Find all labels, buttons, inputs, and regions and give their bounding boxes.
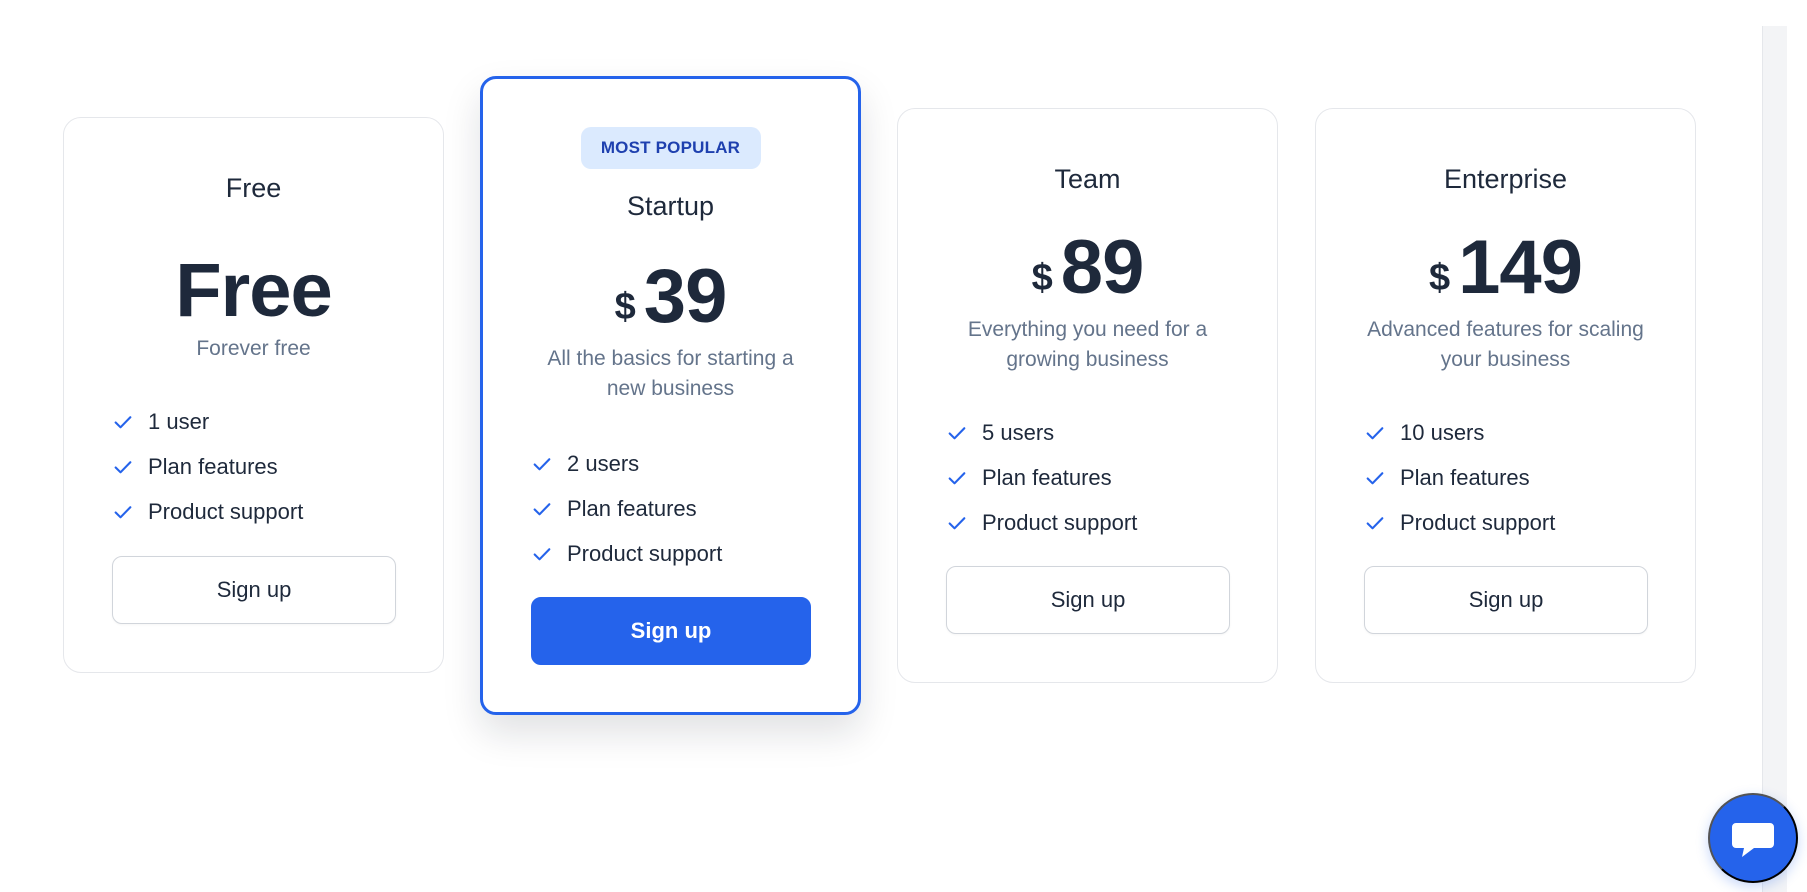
signup-button[interactable]: Sign up bbox=[946, 566, 1230, 634]
check-icon bbox=[1366, 426, 1384, 439]
feature-list: 1 user Plan features Product support bbox=[112, 399, 403, 534]
price-amount: 89 bbox=[1060, 225, 1145, 310]
plan-description: Forever free bbox=[196, 337, 311, 360]
feature-item: Product support bbox=[531, 531, 818, 576]
feature-label: Product support bbox=[1400, 509, 1556, 535]
signup-button[interactable]: Sign up bbox=[531, 597, 811, 665]
feature-item: 2 users bbox=[531, 441, 818, 486]
feature-item: 10 users bbox=[1364, 410, 1655, 455]
plan-price: $ 39 bbox=[483, 259, 858, 335]
plan-name: Enterprise bbox=[1443, 164, 1568, 194]
pricing-card-enterprise: Enterprise $ 149 Advanced features for s… bbox=[1315, 108, 1696, 683]
feature-item: Plan features bbox=[1364, 455, 1655, 500]
feature-list: 2 users Plan features Product support bbox=[531, 441, 818, 576]
plan-price: $ 89 bbox=[898, 230, 1277, 306]
plan-name: Startup bbox=[626, 191, 715, 221]
pricing-card-team: Team $ 89 Everything you need for a grow… bbox=[897, 108, 1278, 683]
check-icon bbox=[533, 502, 551, 515]
price-currency: $ bbox=[614, 286, 636, 328]
feature-label: Plan features bbox=[567, 495, 697, 521]
feature-label: 2 users bbox=[567, 450, 640, 476]
pricing-card-free: Free Free Forever free 1 user Plan featu… bbox=[63, 117, 444, 673]
price-amount: 39 bbox=[643, 254, 728, 339]
plan-name: Free bbox=[225, 173, 282, 203]
chat-button[interactable] bbox=[1708, 793, 1798, 883]
pricing-page: Free Free Forever free 1 user Plan featu… bbox=[0, 0, 1807, 892]
feature-label: 5 users bbox=[982, 419, 1055, 445]
check-icon bbox=[533, 457, 551, 470]
feature-list: 10 users Plan features Product support bbox=[1364, 410, 1655, 545]
plan-description: Advanced features for scaling your busin… bbox=[1367, 318, 1644, 371]
feature-item: 1 user bbox=[112, 399, 403, 444]
feature-item: Product support bbox=[112, 489, 403, 534]
feature-list: 5 users Plan features Product support bbox=[946, 410, 1237, 545]
check-icon bbox=[114, 505, 132, 518]
check-icon bbox=[948, 516, 966, 529]
plan-description: Everything you need for a growing busine… bbox=[967, 318, 1208, 371]
check-icon bbox=[533, 547, 551, 560]
check-icon bbox=[1366, 471, 1384, 484]
pricing-card-startup: MOST POPULAR Startup $ 39 All the basics… bbox=[480, 76, 861, 715]
price-currency: $ bbox=[1429, 257, 1451, 299]
feature-label: Plan features bbox=[982, 464, 1112, 490]
feature-label: Plan features bbox=[1400, 464, 1530, 490]
feature-label: Product support bbox=[148, 498, 304, 524]
feature-label: Product support bbox=[567, 540, 723, 566]
feature-item: 5 users bbox=[946, 410, 1237, 455]
signup-button[interactable]: Sign up bbox=[1364, 566, 1648, 634]
feature-label: Product support bbox=[982, 509, 1138, 535]
check-icon bbox=[114, 460, 132, 473]
check-icon bbox=[948, 426, 966, 439]
plan-name: Team bbox=[1054, 164, 1121, 194]
feature-item: Product support bbox=[946, 500, 1237, 545]
scrollbar-track[interactable] bbox=[1762, 26, 1787, 892]
plan-price: $ 149 bbox=[1316, 230, 1695, 306]
plan-price: Free bbox=[64, 253, 443, 329]
check-icon bbox=[948, 471, 966, 484]
most-popular-badge: MOST POPULAR bbox=[580, 127, 761, 169]
signup-button[interactable]: Sign up bbox=[112, 556, 396, 624]
feature-label: 1 user bbox=[148, 408, 210, 434]
feature-item: Plan features bbox=[112, 444, 403, 489]
price-amount: 149 bbox=[1458, 225, 1583, 310]
price-currency: $ bbox=[1031, 257, 1053, 299]
check-icon bbox=[1366, 516, 1384, 529]
price-amount: Free bbox=[175, 248, 333, 333]
feature-label: 10 users bbox=[1400, 419, 1485, 445]
feature-item: Plan features bbox=[531, 486, 818, 531]
feature-label: Plan features bbox=[148, 453, 278, 479]
feature-item: Plan features bbox=[946, 455, 1237, 500]
feature-item: Product support bbox=[1364, 500, 1655, 545]
plan-description: All the basics for starting a new busine… bbox=[547, 347, 794, 400]
chat-bubble-icon bbox=[1732, 823, 1774, 857]
check-icon bbox=[114, 415, 132, 428]
